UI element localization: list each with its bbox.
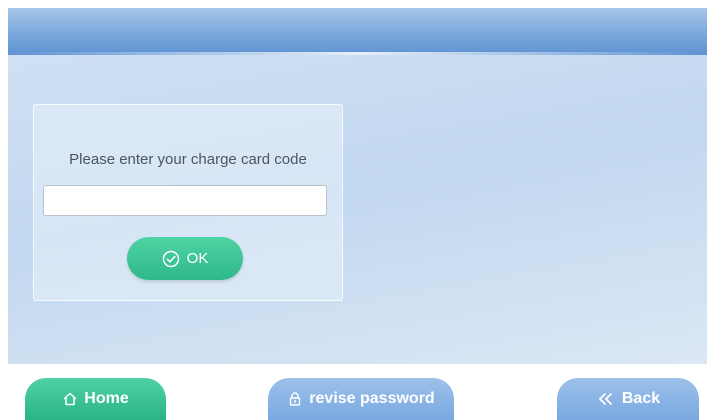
charge-card-screen: Please enter your charge card code OK Ho… [0,0,707,420]
revise-password-label: revise password [309,390,435,407]
header-bar [8,8,707,55]
home-button-label: Home [84,390,129,407]
home-button[interactable]: Home [25,378,166,420]
lock-icon [290,392,301,406]
ok-button-label: OK [186,250,209,267]
back-button[interactable]: Back [557,378,699,420]
double-chevron-left-icon [598,393,612,405]
charge-card-prompt: Please enter your charge card code [69,151,307,168]
ok-button[interactable]: OK [127,237,243,280]
charge-card-code-input[interactable] [43,185,327,216]
back-button-label: Back [621,390,661,407]
revise-password-button[interactable]: revise password [268,378,454,420]
charge-card-panel: Please enter your charge card code OK [33,104,343,301]
check-circle-icon [162,250,179,267]
home-icon [64,392,77,406]
